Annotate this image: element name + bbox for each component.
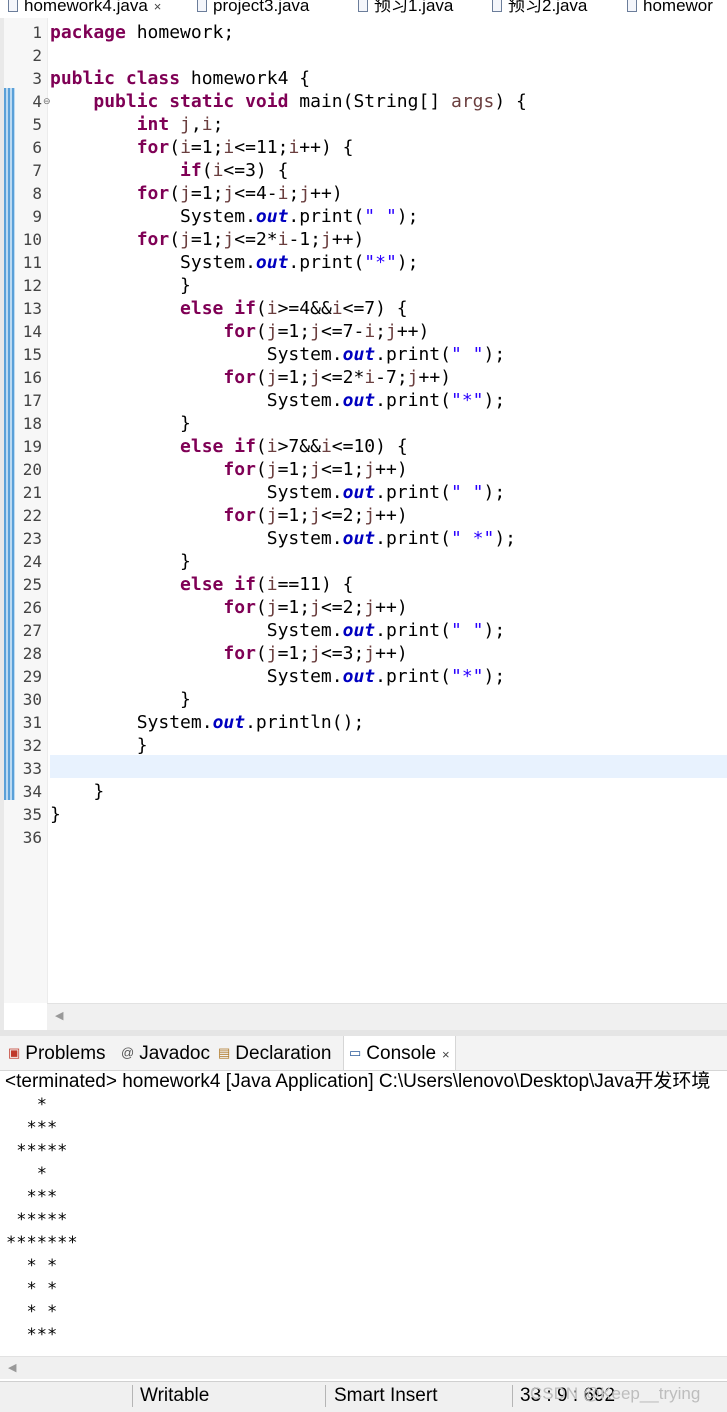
tab-yuxi2[interactable]: 预习2.java — [492, 0, 587, 18]
change-marker-bar — [4, 88, 15, 800]
java-file-icon — [358, 0, 368, 12]
java-file-icon — [492, 0, 502, 12]
close-icon[interactable]: × — [442, 1047, 450, 1062]
console-output[interactable]: * *** ***** * *** ***** ******* * * * * … — [6, 1094, 78, 1347]
java-file-icon — [8, 0, 18, 12]
java-file-icon — [627, 0, 637, 12]
tab-console[interactable]: ▭ Console × — [343, 1036, 456, 1070]
tab-javadoc[interactable]: @ Javadoc — [121, 1036, 210, 1070]
declaration-icon: ▤ — [218, 1045, 231, 1060]
editor-tab-strip: homework4.java × project3.java 预习1.java 预… — [0, 0, 727, 18]
java-file-icon — [197, 0, 207, 12]
problems-icon: ▣ — [8, 1045, 21, 1060]
scroll-left-arrow-icon[interactable]: ◀ — [55, 1009, 63, 1022]
tab-label: project3.java — [213, 0, 310, 15]
tab-declaration[interactable]: ▤ Declaration — [218, 1036, 331, 1070]
close-icon[interactable]: × — [154, 0, 162, 14]
tab-label: Console — [366, 1043, 437, 1064]
code-editor[interactable]: 1 2 3 4 5 6 7 8 9 10 11 12 13 14 15 16 1… — [0, 18, 727, 1031]
editor-horizontal-scrollbar[interactable]: ◀ — [47, 1003, 727, 1031]
console-process-description: <terminated> homework4 [Java Application… — [5, 1071, 711, 1092]
view-tab-strip: ▣ Problems @ Javadoc ▤ Declaration ▭ Console… — [0, 1036, 727, 1071]
status-separator — [512, 1385, 513, 1407]
scroll-left-arrow-icon[interactable]: ◀ — [8, 1361, 16, 1374]
tab-label: Declaration — [235, 1043, 332, 1064]
tab-problems[interactable]: ▣ Problems — [8, 1036, 106, 1070]
code-text[interactable]: package homework; public class homework4… — [50, 21, 527, 826]
tab-label: Javadoc — [139, 1043, 210, 1064]
tab-homework4[interactable]: homework4.java × — [8, 0, 161, 18]
tab-label: homewor — [643, 0, 713, 15]
status-separator — [132, 1385, 133, 1407]
status-insert-mode: Smart Insert — [334, 1385, 438, 1406]
console-icon: ▭ — [349, 1045, 362, 1060]
tab-homework-overflow[interactable]: homewor — [627, 0, 713, 18]
tab-label: Problems — [25, 1043, 106, 1064]
tab-yuxi1[interactable]: 预习1.java — [358, 0, 453, 18]
tab-label: 预习1.java — [374, 0, 454, 15]
tab-project3[interactable]: project3.java — [197, 0, 309, 18]
tab-label: homework4.java — [24, 0, 148, 15]
javadoc-icon: @ — [121, 1045, 135, 1060]
status-writable: Writable — [140, 1385, 210, 1406]
console-panel: ▣ Problems @ Javadoc ▤ Declaration ▭ Console… — [0, 1036, 727, 1411]
watermark: CSDN @Keep__trying — [530, 1384, 701, 1403]
tab-label: 预习2.java — [508, 0, 588, 15]
status-separator — [325, 1385, 326, 1407]
console-horizontal-scrollbar[interactable]: ◀ — [0, 1356, 727, 1379]
